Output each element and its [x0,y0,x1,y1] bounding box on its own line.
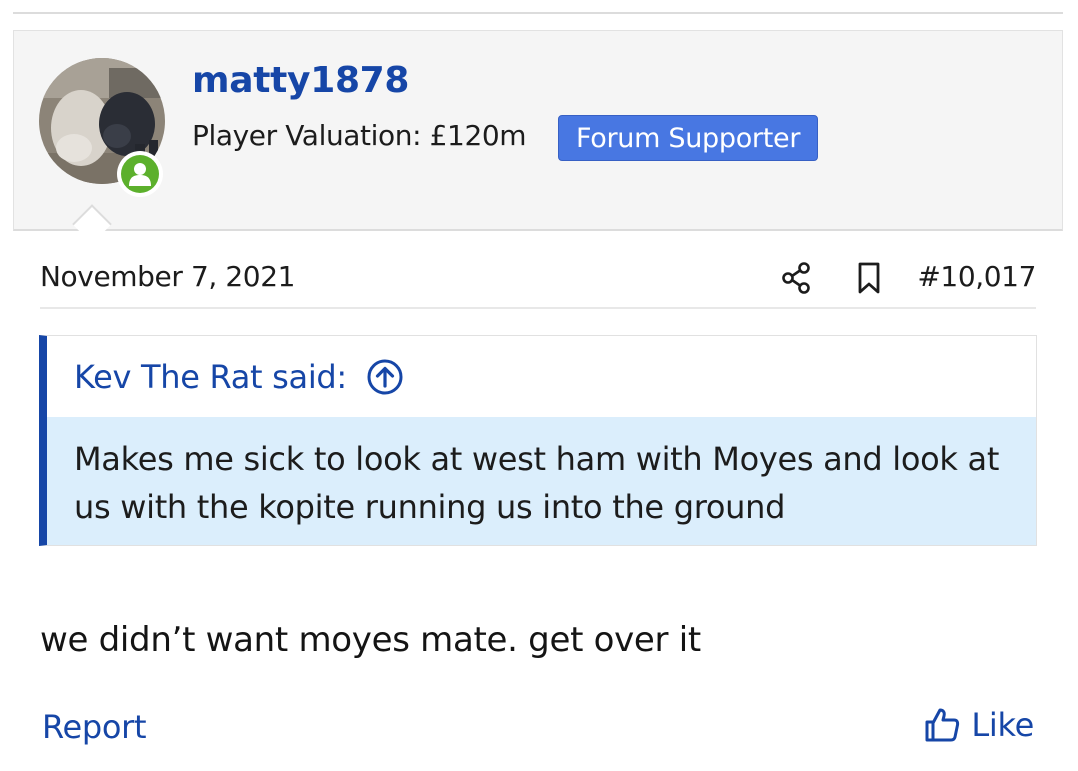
post-date[interactable]: November 7, 2021 [40,260,295,293]
like-label[interactable]: Like [971,706,1034,744]
quote-attribution-text[interactable]: Kev The Rat said: [74,358,347,396]
quote-block: Kev The Rat said: Makes me sick to look … [39,335,1037,546]
user-title-badge: Forum Supporter [558,115,819,161]
author-valuation: Player Valuation: £120m [192,119,527,152]
arrow-up-circle-icon[interactable] [366,358,404,396]
quote-attribution[interactable]: Kev The Rat said: [74,358,404,396]
author-username[interactable]: matty1878 [192,60,409,101]
online-status-badge [117,151,163,197]
share-icon[interactable] [780,261,814,295]
bookmark-icon[interactable] [855,261,883,295]
post-body-text: we didn’t want moyes mate. get over it [40,620,701,660]
user-online-icon [129,163,151,186]
post-number-link[interactable]: #10,017 [917,260,1036,293]
thumbs-up-icon [925,708,960,742]
top-divider [13,12,1063,14]
meta-divider [40,307,1036,309]
post-user-header [13,30,1063,231]
report-link[interactable]: Report [42,708,147,746]
quote-content: Makes me sick to look at west ham with M… [47,417,1036,545]
like-button[interactable]: Like [923,706,1034,744]
